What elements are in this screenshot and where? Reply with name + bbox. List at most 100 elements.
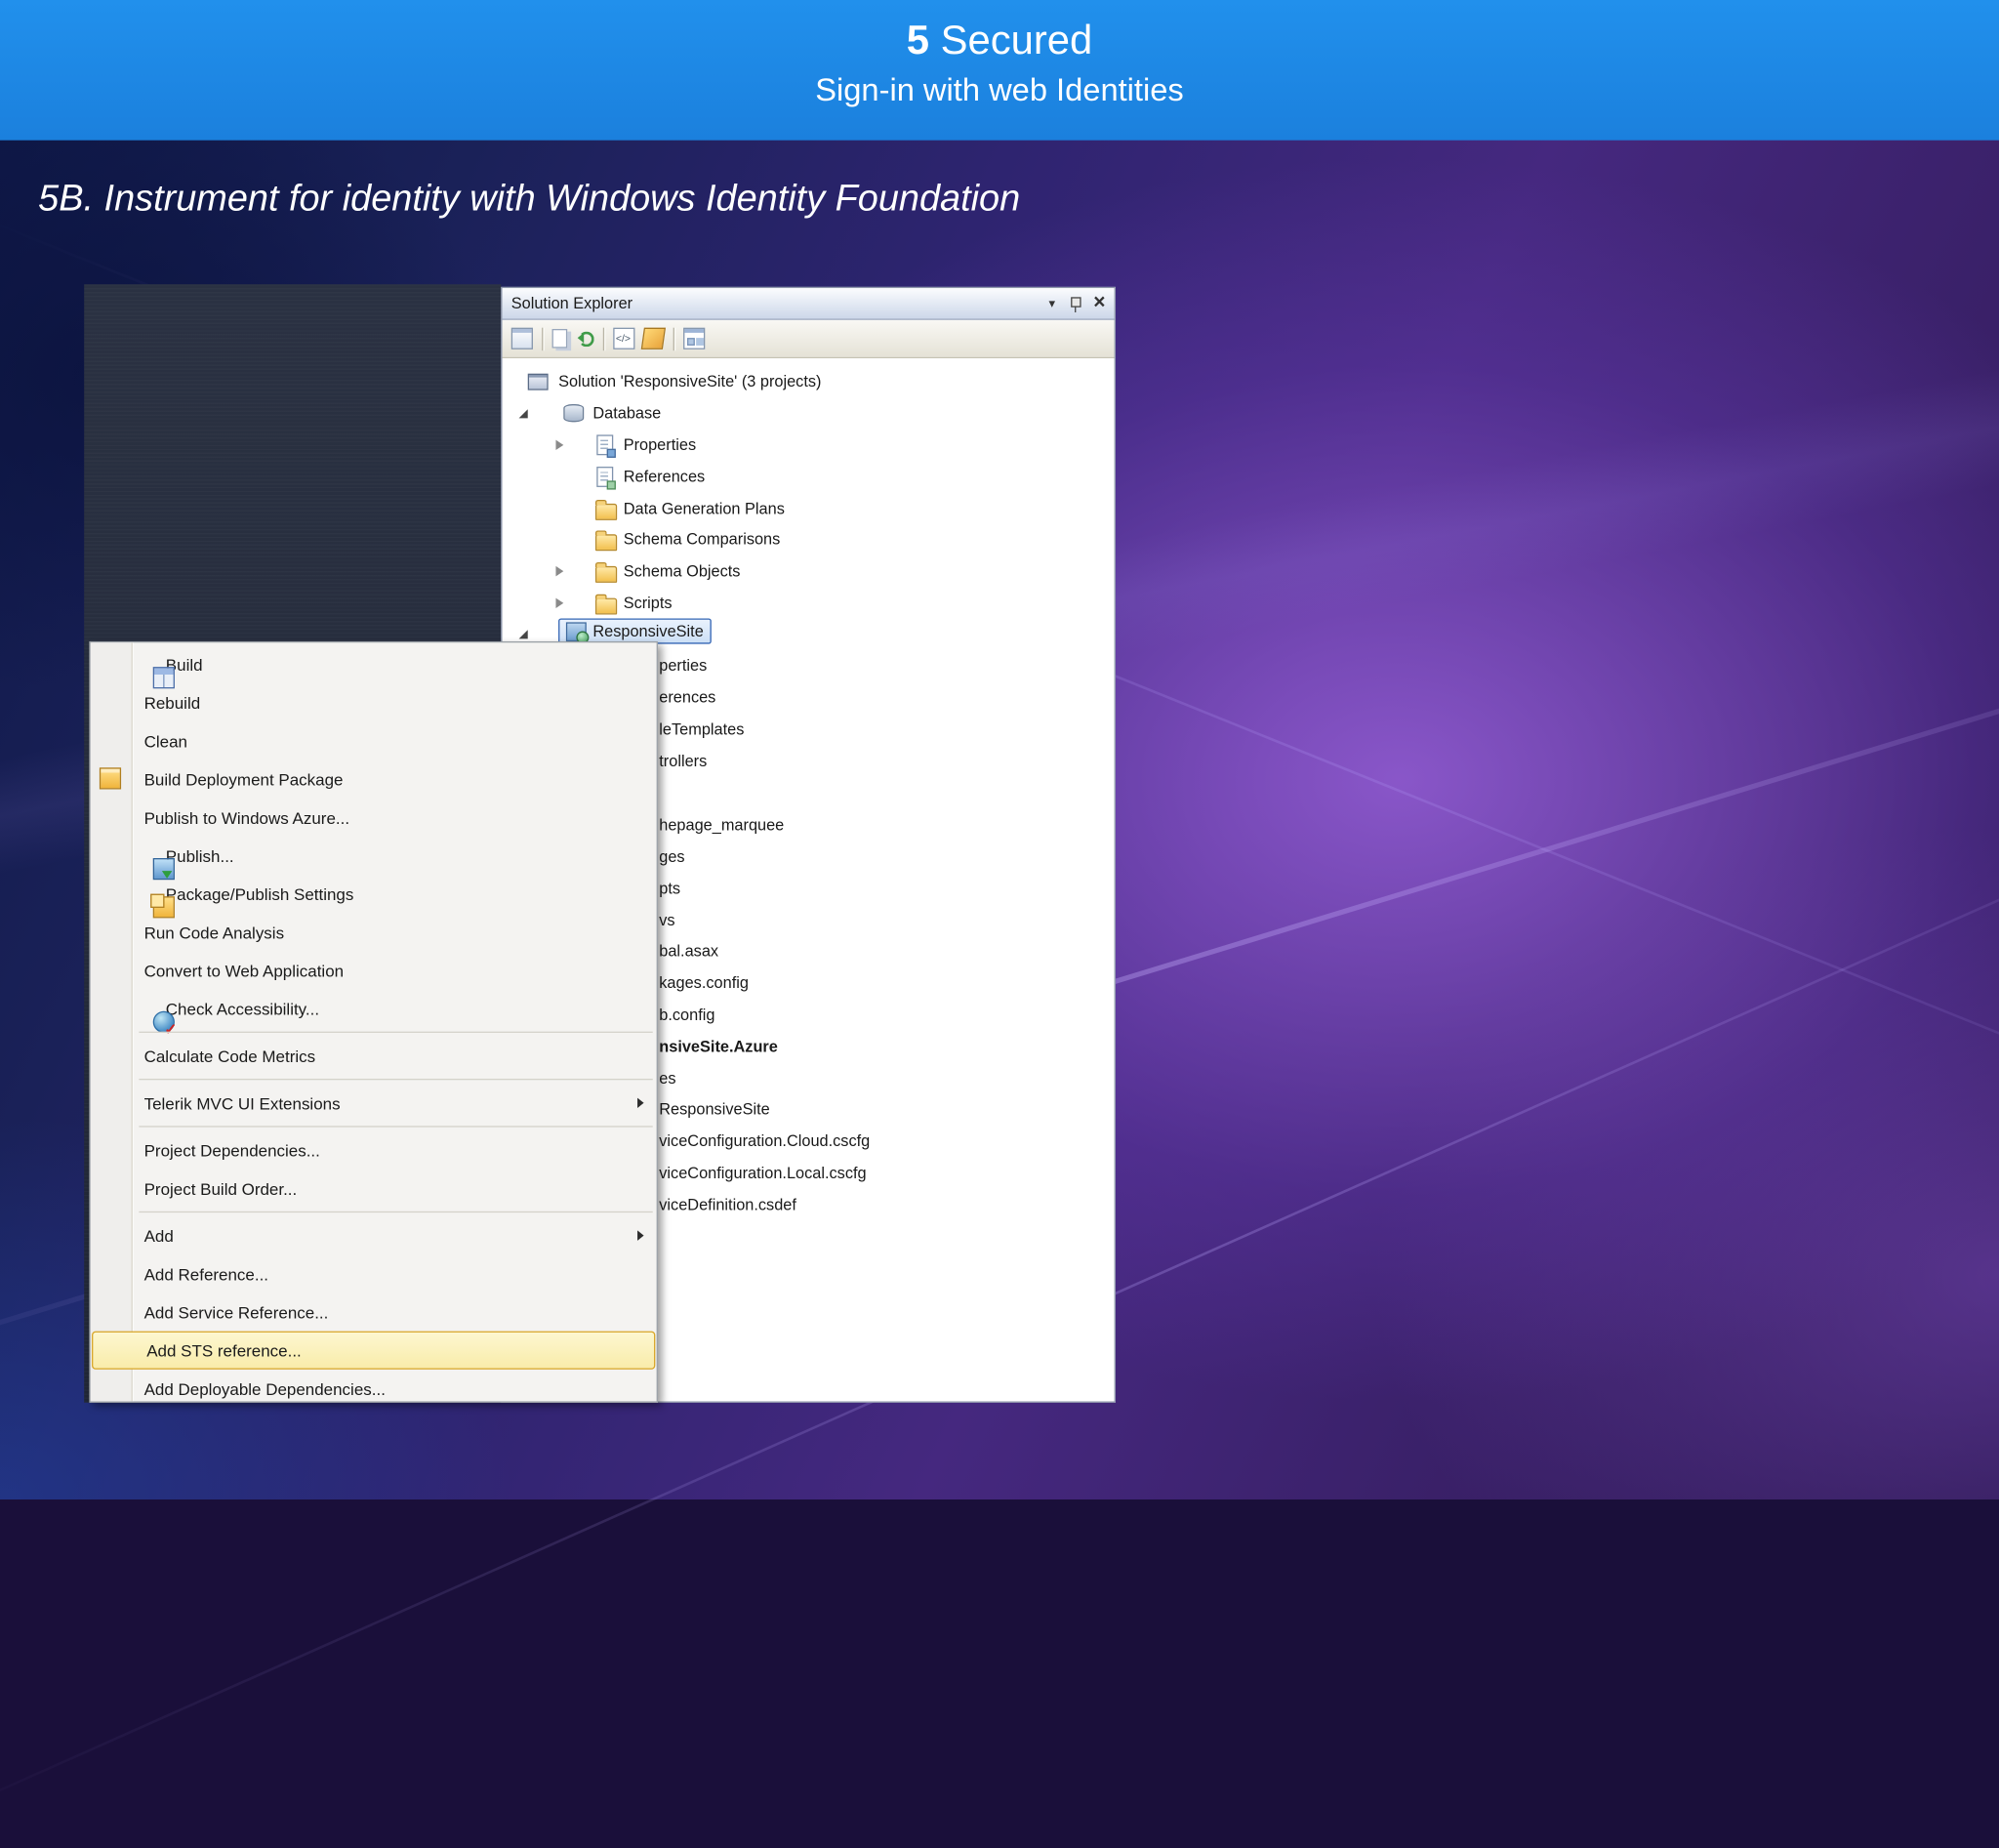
- tree-item-fragment[interactable]: perties: [659, 653, 707, 678]
- tree-item-fragment[interactable]: bal.asax: [659, 938, 718, 964]
- menu-item-clean[interactable]: Clean: [91, 721, 657, 760]
- web-project-icon: [565, 621, 590, 643]
- menu-item-rebuild[interactable]: Rebuild: [91, 683, 657, 721]
- expander-expanded-icon[interactable]: [518, 409, 528, 419]
- menu-item-project-build-order[interactable]: Project Build Order...: [91, 1170, 657, 1208]
- menu-separator: [91, 1208, 657, 1216]
- tree-item-data-generation-plans[interactable]: Data Generation Plans: [503, 495, 1115, 523]
- refresh-icon[interactable]: [577, 330, 594, 347]
- slide-header: 5 Secured Sign-in with web Identities: [0, 0, 1999, 141]
- tree-item-fragment[interactable]: erences: [659, 684, 715, 710]
- menu-item-run-code-analysis[interactable]: Run Code Analysis: [91, 913, 657, 951]
- menu-item-label: Check Accessibility...: [165, 999, 320, 1018]
- tree-item-references[interactable]: References: [503, 463, 1115, 491]
- tree-item-fragment[interactable]: leTemplates: [659, 717, 744, 742]
- tree-item-fragment[interactable]: es: [659, 1066, 675, 1091]
- expander-collapsed-icon[interactable]: [555, 597, 564, 609]
- folder-icon: [594, 530, 618, 552]
- solution-explorer-titlebar: Solution Explorer ▾ ×: [502, 288, 1115, 320]
- tree-item-fragment[interactable]: ResponsiveSite: [659, 1096, 769, 1122]
- menu-item-build-deployment-package[interactable]: Build Deployment Package: [91, 760, 657, 798]
- section-heading: 5B. Instrument for identity with Windows…: [38, 178, 1021, 220]
- menu-item-label: Package/Publish Settings: [165, 883, 354, 904]
- menu-item-label: Telerik MVC UI Extensions: [143, 1092, 341, 1113]
- menu-item-label: Convert to Web Application: [143, 961, 345, 980]
- tree-item-label: References: [623, 468, 706, 486]
- menu-item-publish[interactable]: Publish...: [91, 837, 657, 881]
- toolbar-separator: [542, 327, 544, 350]
- menu-item-label: Build Deployment Package: [143, 769, 344, 789]
- show-all-files-icon[interactable]: [551, 328, 568, 349]
- tree-item-fragment[interactable]: viceDefinition.csdef: [659, 1192, 796, 1217]
- slide: 5 Secured Sign-in with web Identities 5B…: [0, 0, 1999, 1848]
- toolbar-separator: [673, 327, 674, 350]
- expander-collapsed-icon[interactable]: [555, 565, 564, 577]
- expander-expanded-icon[interactable]: [518, 630, 528, 639]
- solution-explorer-toolbar: [502, 319, 1115, 359]
- tree-item-solution[interactable]: Solution 'ResponsiveSite' (3 projects): [503, 367, 1115, 395]
- tree-item-schema-objects[interactable]: Schema Objects: [503, 557, 1115, 586]
- tree-item-fragment[interactable]: vs: [659, 908, 674, 933]
- deployment-package-icon: [99, 767, 122, 790]
- menu-item-label: Add: [143, 1225, 174, 1246]
- window-position-menu-icon[interactable]: ▾: [1048, 297, 1055, 310]
- view-code-icon[interactable]: [613, 327, 635, 349]
- selected-item-highlight[interactable]: ResponsiveSite: [558, 618, 712, 644]
- tree-item-fragment[interactable]: viceConfiguration.Cloud.cscfg: [659, 1129, 870, 1154]
- tree-item-fragment[interactable]: kages.config: [659, 970, 749, 996]
- tree-item-fragment[interactable]: ges: [659, 844, 684, 870]
- view-designer-icon[interactable]: [640, 327, 667, 349]
- slide-title-text: Secured: [928, 16, 1093, 62]
- menu-item-label: Add Service Reference...: [143, 1302, 329, 1322]
- menu-item-label: Add Deployable Dependencies...: [143, 1378, 386, 1399]
- menu-item-label: Add Reference...: [143, 1264, 269, 1284]
- solution-explorer-title: Solution Explorer: [510, 294, 633, 312]
- tree-item-fragment[interactable]: viceConfiguration.Local.cscfg: [659, 1161, 866, 1186]
- slide-title: 5 Secured: [0, 16, 1999, 64]
- tree-item-fragment[interactable]: pts: [659, 876, 680, 901]
- tree-item-database[interactable]: Database: [503, 399, 1115, 428]
- menu-item-project-dependencies[interactable]: Project Dependencies...: [91, 1131, 657, 1170]
- tree-item-label: Schema Comparisons: [623, 530, 781, 549]
- tree-item-fragment[interactable]: b.config: [659, 1003, 714, 1028]
- tree-item-fragment[interactable]: nsiveSite.Azure: [659, 1034, 778, 1059]
- folder-icon: [594, 499, 618, 520]
- solution-icon: [527, 373, 549, 390]
- auto-hide-pin-icon[interactable]: [1068, 295, 1081, 312]
- menu-item-add-reference[interactable]: Add Reference...: [91, 1254, 657, 1293]
- menu-item-add[interactable]: Add: [91, 1216, 657, 1254]
- menu-item-check-accessibility[interactable]: Check Accessibility...: [91, 990, 657, 1038]
- menu-separator: [91, 1028, 657, 1037]
- slide-subtitle: Sign-in with web Identities: [815, 72, 1184, 109]
- tree-item-label: Database: [592, 404, 662, 423]
- menu-item-build[interactable]: Build: [91, 645, 657, 689]
- slide-number: 5: [906, 16, 929, 62]
- tree-item-label: Solution 'ResponsiveSite' (3 projects): [558, 372, 822, 390]
- menu-item-add-deployable-dependencies[interactable]: Add Deployable Dependencies...: [91, 1370, 657, 1402]
- tree-item-schema-comparisons[interactable]: Schema Comparisons: [503, 525, 1115, 554]
- menu-item-add-sts-reference[interactable]: Add STS reference...: [92, 1331, 656, 1370]
- menu-item-calculate-code-metrics[interactable]: Calculate Code Metrics: [91, 1037, 657, 1075]
- submenu-arrow-icon: [637, 1097, 644, 1109]
- menu-separator: [91, 1075, 657, 1084]
- project-context-menu: Build Rebuild Clean Build Deployment Pac…: [89, 640, 658, 1403]
- expander-collapsed-icon[interactable]: [555, 439, 564, 451]
- menu-item-label: Rebuild: [143, 692, 201, 713]
- references-icon: [596, 467, 616, 490]
- tree-item-fragment[interactable]: trollers: [659, 749, 707, 774]
- view-class-diagram-icon[interactable]: [683, 327, 706, 349]
- tree-item-properties[interactable]: Properties: [503, 431, 1115, 459]
- properties-node-icon: [596, 434, 616, 458]
- menu-item-convert-to-web-application[interactable]: Convert to Web Application: [91, 951, 657, 989]
- tree-item-label: Schema Objects: [623, 561, 741, 581]
- tree-item-fragment[interactable]: hepage_marquee: [659, 812, 784, 838]
- tree-item-scripts[interactable]: Scripts: [503, 589, 1115, 617]
- properties-window-icon[interactable]: [510, 327, 533, 349]
- menu-item-label: Project Build Order...: [143, 1178, 298, 1199]
- close-icon[interactable]: ×: [1093, 293, 1105, 313]
- menu-item-add-service-reference[interactable]: Add Service Reference...: [91, 1293, 657, 1331]
- menu-item-telerik-mvc-ui-extensions[interactable]: Telerik MVC UI Extensions: [91, 1084, 657, 1122]
- menu-item-label: Clean: [143, 731, 187, 751]
- menu-item-publish-to-windows-azure[interactable]: Publish to Windows Azure...: [91, 799, 657, 837]
- menu-item-package-publish-settings[interactable]: Package/Publish Settings: [91, 875, 657, 919]
